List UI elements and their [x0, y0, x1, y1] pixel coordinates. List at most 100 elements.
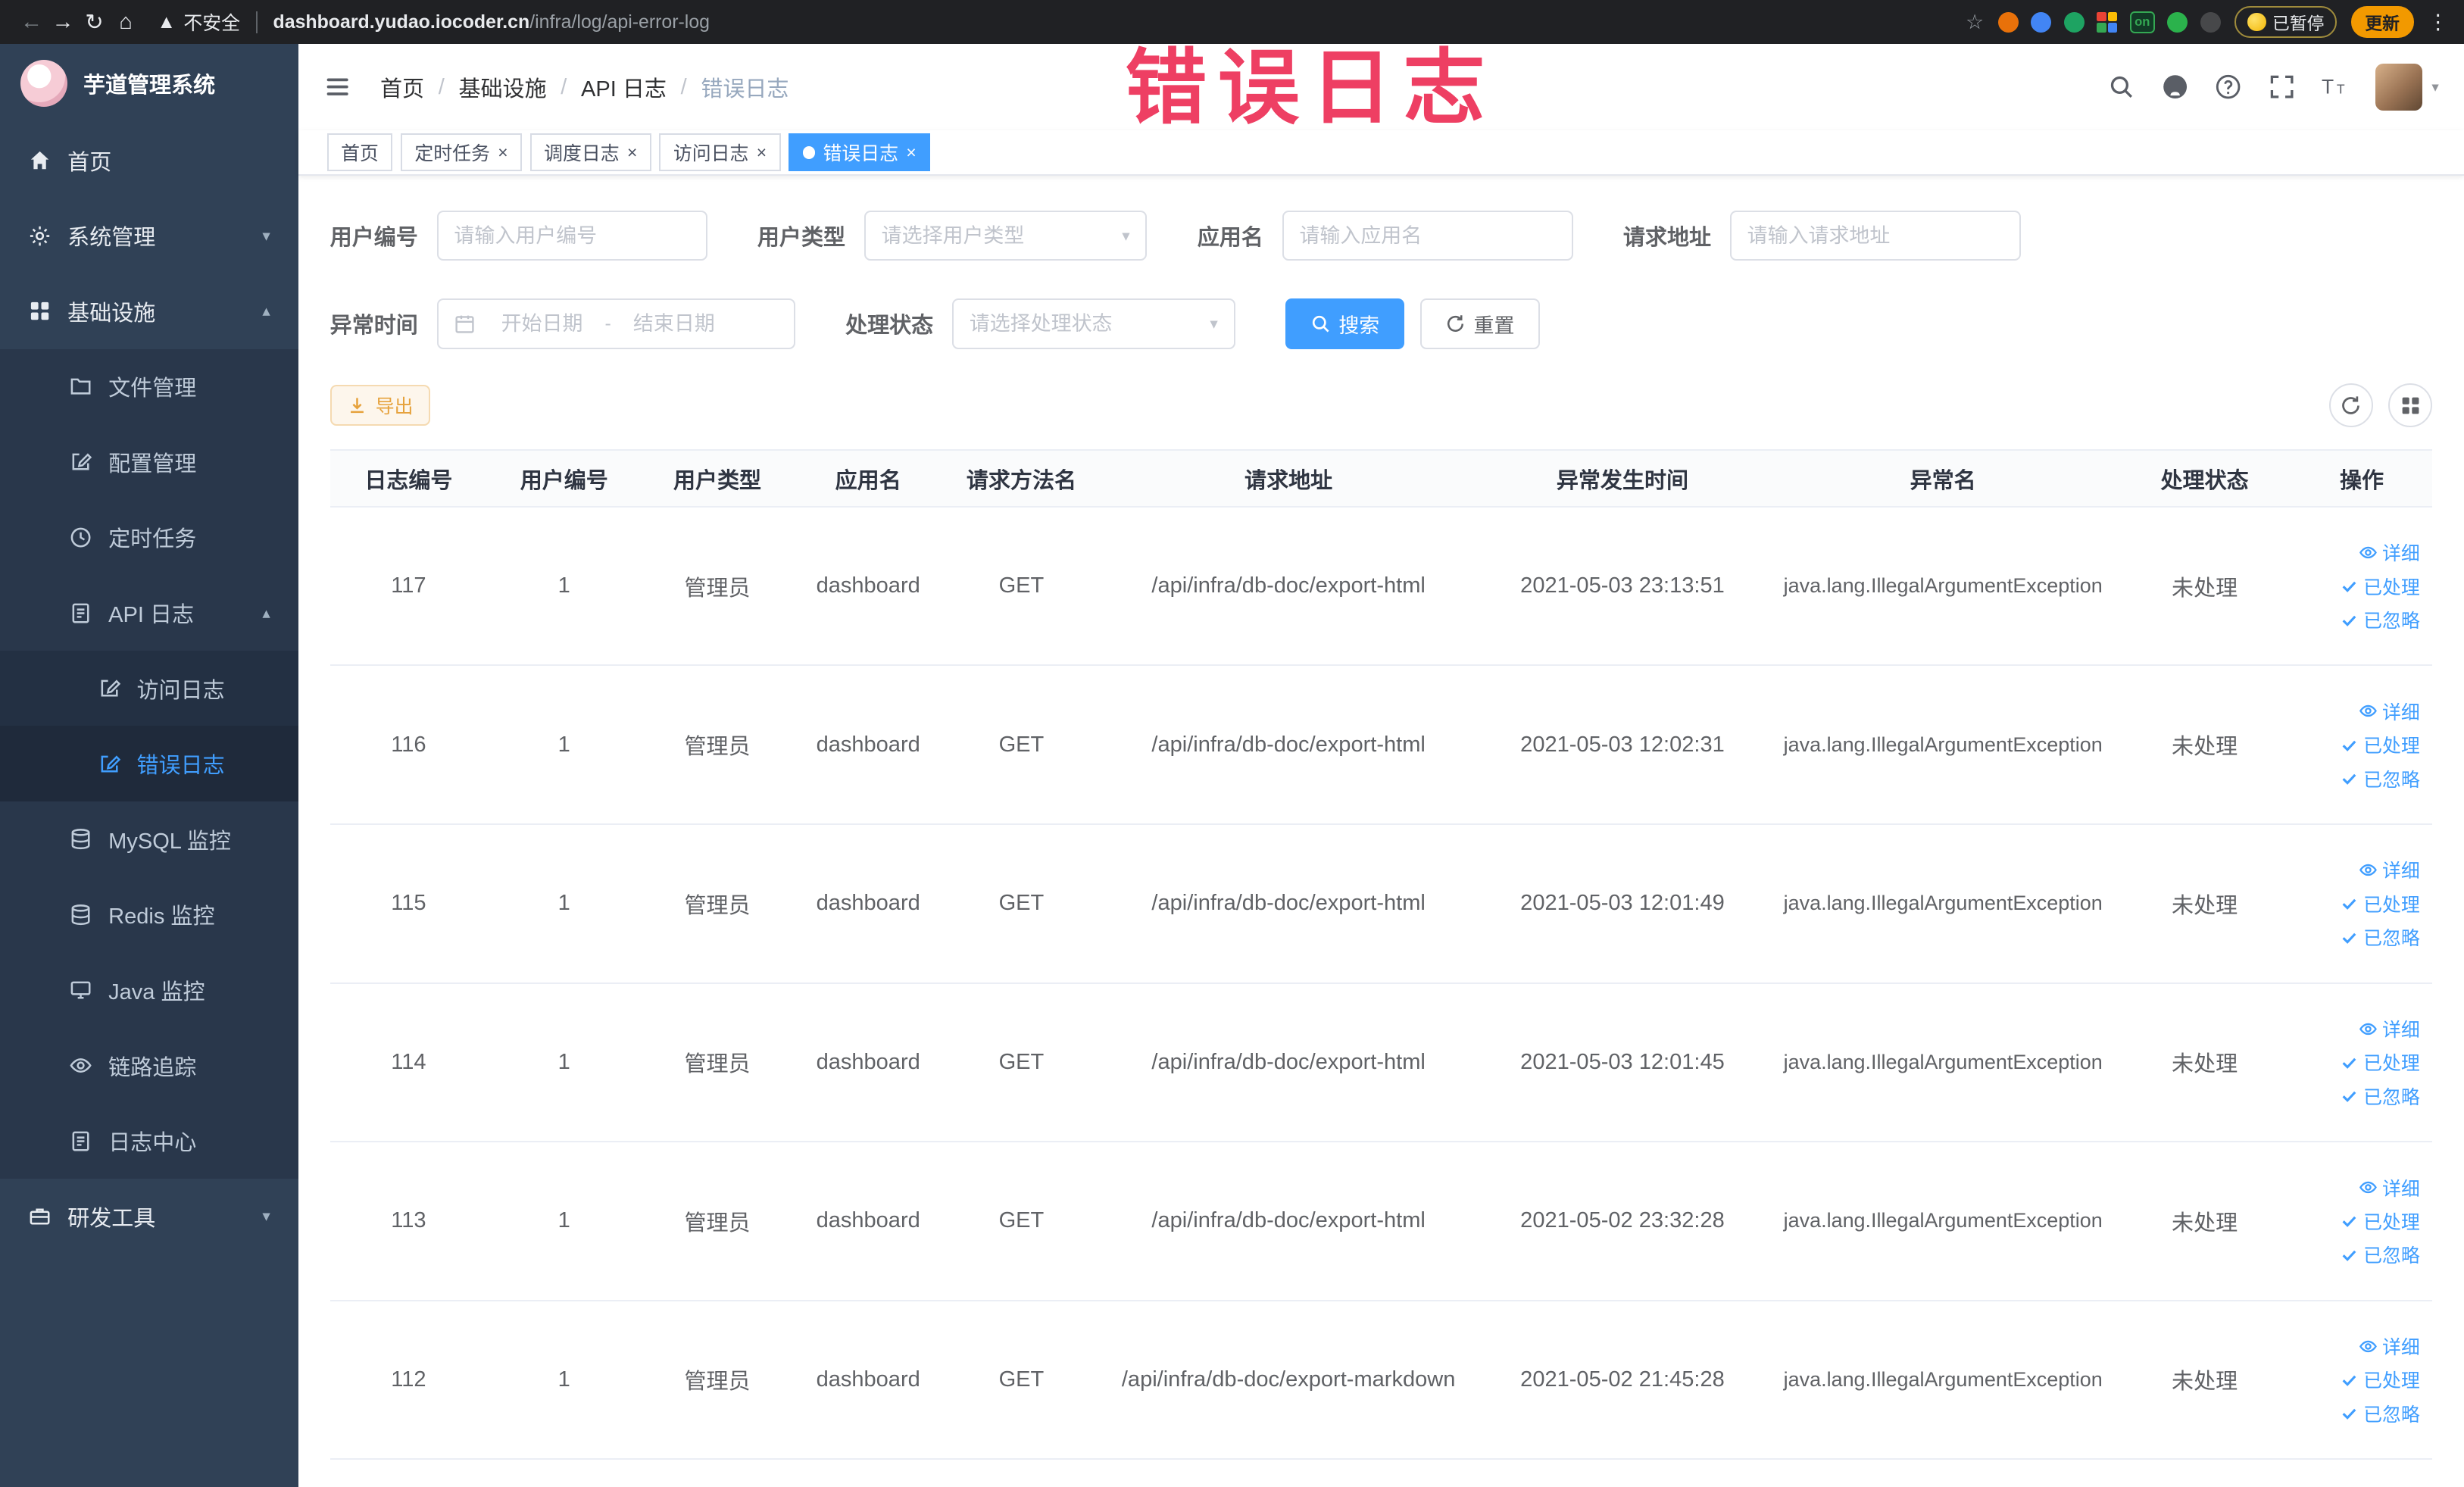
sidebar-item-mysql-monitor[interactable]: MySQL 监控	[0, 801, 299, 877]
tab-error-log[interactable]: 错误日志 ×	[789, 133, 931, 172]
extension-blue-icon[interactable]	[2031, 11, 2052, 33]
sidebar-item-scheduled-tasks[interactable]: 定时任务	[0, 499, 299, 576]
tab-schedule-log[interactable]: 调度日志 ×	[529, 133, 651, 172]
extension-green-icon[interactable]	[2063, 11, 2085, 33]
action-详细[interactable]: 详细	[2359, 856, 2420, 883]
cell-method: GET	[998, 1208, 1045, 1233]
svg-text:T: T	[2322, 76, 2334, 98]
extension-leaf-icon[interactable]	[2167, 11, 2188, 33]
close-tab-icon[interactable]: ×	[906, 143, 916, 161]
cell-time: 2021-05-02 21:45:28	[1520, 1367, 1725, 1392]
breadcrumb-item[interactable]: API 日志	[581, 71, 667, 103]
reload-icon[interactable]: ↻	[79, 9, 110, 36]
update-button[interactable]: 更新	[2350, 6, 2414, 38]
tab-home[interactable]: 首页	[326, 133, 393, 172]
column-settings-button[interactable]	[2388, 383, 2433, 428]
action-详细[interactable]: 详细	[2359, 1174, 2420, 1201]
action-已忽略[interactable]: 已忽略	[2340, 1400, 2420, 1427]
breadcrumb-item[interactable]: 首页	[380, 71, 424, 103]
action-已忽略[interactable]: 已忽略	[2340, 765, 2420, 792]
action-已忽略[interactable]: 已忽略	[2340, 1082, 2420, 1110]
reset-button[interactable]: 重置	[1420, 298, 1540, 349]
action-已处理[interactable]: 已处理	[2340, 890, 2420, 917]
help-icon[interactable]	[2215, 73, 2241, 100]
apps-grid-icon[interactable]	[2097, 11, 2118, 33]
cell-user-id: 1	[557, 1367, 570, 1392]
extension-paw-icon[interactable]	[2200, 11, 2221, 33]
sidebar-item-label: 系统管理	[67, 226, 156, 251]
sidebar-item-label: 链路追踪	[108, 1055, 197, 1080]
sidebar-item-trace[interactable]: 链路追踪	[0, 1027, 299, 1104]
date-range-separator: -	[604, 312, 611, 334]
check-icon	[2340, 894, 2359, 913]
sidebar-item-java-monitor[interactable]: Java 监控	[0, 952, 299, 1028]
sidebar-item-label: 首页	[67, 150, 112, 175]
cell-method: GET	[998, 573, 1045, 598]
back-icon[interactable]: ←	[16, 10, 47, 35]
process-status-select[interactable]	[969, 311, 1201, 336]
sidebar-item-api-log[interactable]: API 日志 ▴	[0, 575, 299, 651]
sidebar-item-home[interactable]: 首页	[0, 123, 298, 198]
app-title: 芋道管理系统	[83, 73, 216, 98]
fullscreen-icon[interactable]	[2269, 73, 2295, 100]
main: 首页 / 基础设施 / API 日志 / 错误日志 TT ▾ 首页 定时任务 × 调度日志 × 访问日…	[298, 44, 2464, 1487]
action-已忽略[interactable]: 已忽略	[2340, 1241, 2420, 1268]
request-url-input[interactable]	[1747, 223, 2003, 248]
sidebar-item-system-management[interactable]: 系统管理 ▾	[0, 198, 298, 273]
tab-scheduled-tasks[interactable]: 定时任务 ×	[400, 133, 523, 172]
extension-orange-icon[interactable]	[1997, 11, 2019, 33]
sidebar-item-log-center[interactable]: 日志中心	[0, 1103, 299, 1179]
check-icon	[2340, 736, 2359, 754]
sidebar-item-infrastructure[interactable]: 基础设施 ▴	[0, 273, 298, 349]
action-详细[interactable]: 详细	[2359, 698, 2420, 725]
bookmark-star-icon[interactable]: ☆	[1966, 11, 1984, 34]
end-date-input[interactable]	[617, 311, 731, 336]
cell-user-type: 管理员	[684, 1052, 751, 1077]
sidebar-item-access-log[interactable]: 访问日志	[0, 650, 299, 726]
cell-user-id: 1	[557, 891, 570, 916]
close-tab-icon[interactable]: ×	[757, 143, 767, 161]
action-已处理[interactable]: 已处理	[2340, 1048, 2420, 1076]
forward-icon[interactable]: →	[47, 10, 78, 35]
user-menu[interactable]: ▾	[2375, 64, 2439, 111]
paused-badge[interactable]: 已暂停	[2234, 6, 2338, 38]
security-chip[interactable]: ▲️ 不安全	[157, 8, 240, 36]
sidebar-item-label: Redis 监控	[108, 904, 215, 929]
breadcrumb-item[interactable]: 基础设施	[458, 71, 546, 103]
url-bar[interactable]: dashboard.yudao.iocoder.cn/infra/log/api…	[273, 11, 1950, 33]
action-详细[interactable]: 详细	[2359, 1332, 2420, 1360]
sidebar-item-dev-tools[interactable]: 研发工具 ▾	[0, 1179, 298, 1254]
browser-home-icon[interactable]: ⌂	[110, 10, 141, 35]
on-badge-icon[interactable]: on	[2130, 11, 2155, 33]
app-name-input[interactable]	[1299, 223, 1556, 248]
export-button[interactable]: 导出	[329, 385, 431, 426]
browser-menu-kebab-icon[interactable]: ⋮	[2428, 11, 2448, 34]
sidebar-toggle-icon[interactable]	[323, 73, 351, 101]
sidebar-item-error-log[interactable]: 错误日志	[0, 726, 299, 801]
github-icon[interactable]	[2162, 73, 2188, 100]
sidebar-item-redis-monitor[interactable]: Redis 监控	[0, 876, 299, 953]
user-type-select[interactable]	[881, 223, 1113, 248]
close-tab-icon[interactable]: ×	[627, 143, 637, 161]
action-已处理[interactable]: 已处理	[2340, 1207, 2420, 1235]
refresh-table-button[interactable]	[2328, 383, 2373, 428]
search-icon[interactable]	[2108, 73, 2135, 100]
sidebar-item-config-management[interactable]: 配置管理	[0, 424, 299, 500]
start-date-input[interactable]	[485, 311, 599, 336]
action-已处理[interactable]: 已处理	[2340, 573, 2420, 600]
close-tab-icon[interactable]: ×	[498, 143, 507, 161]
action-已处理[interactable]: 已处理	[2340, 731, 2420, 758]
action-已忽略[interactable]: 已忽略	[2340, 606, 2420, 633]
font-size-icon[interactable]: TT	[2322, 73, 2348, 100]
action-详细[interactable]: 详细	[2359, 539, 2420, 566]
logo[interactable]: 芋道管理系统	[0, 44, 298, 123]
user-id-input[interactable]	[454, 223, 690, 248]
search-button[interactable]: 搜索	[1285, 298, 1405, 349]
action-已忽略[interactable]: 已忽略	[2340, 923, 2420, 951]
column-header: 请求地址	[1244, 468, 1333, 493]
action-已处理[interactable]: 已处理	[2340, 1366, 2420, 1393]
action-详细[interactable]: 详细	[2359, 1015, 2420, 1042]
sidebar-item-label: 定时任务	[108, 527, 197, 552]
tab-access-log[interactable]: 访问日志 ×	[659, 133, 781, 172]
sidebar-item-file-management[interactable]: 文件管理	[0, 348, 299, 425]
